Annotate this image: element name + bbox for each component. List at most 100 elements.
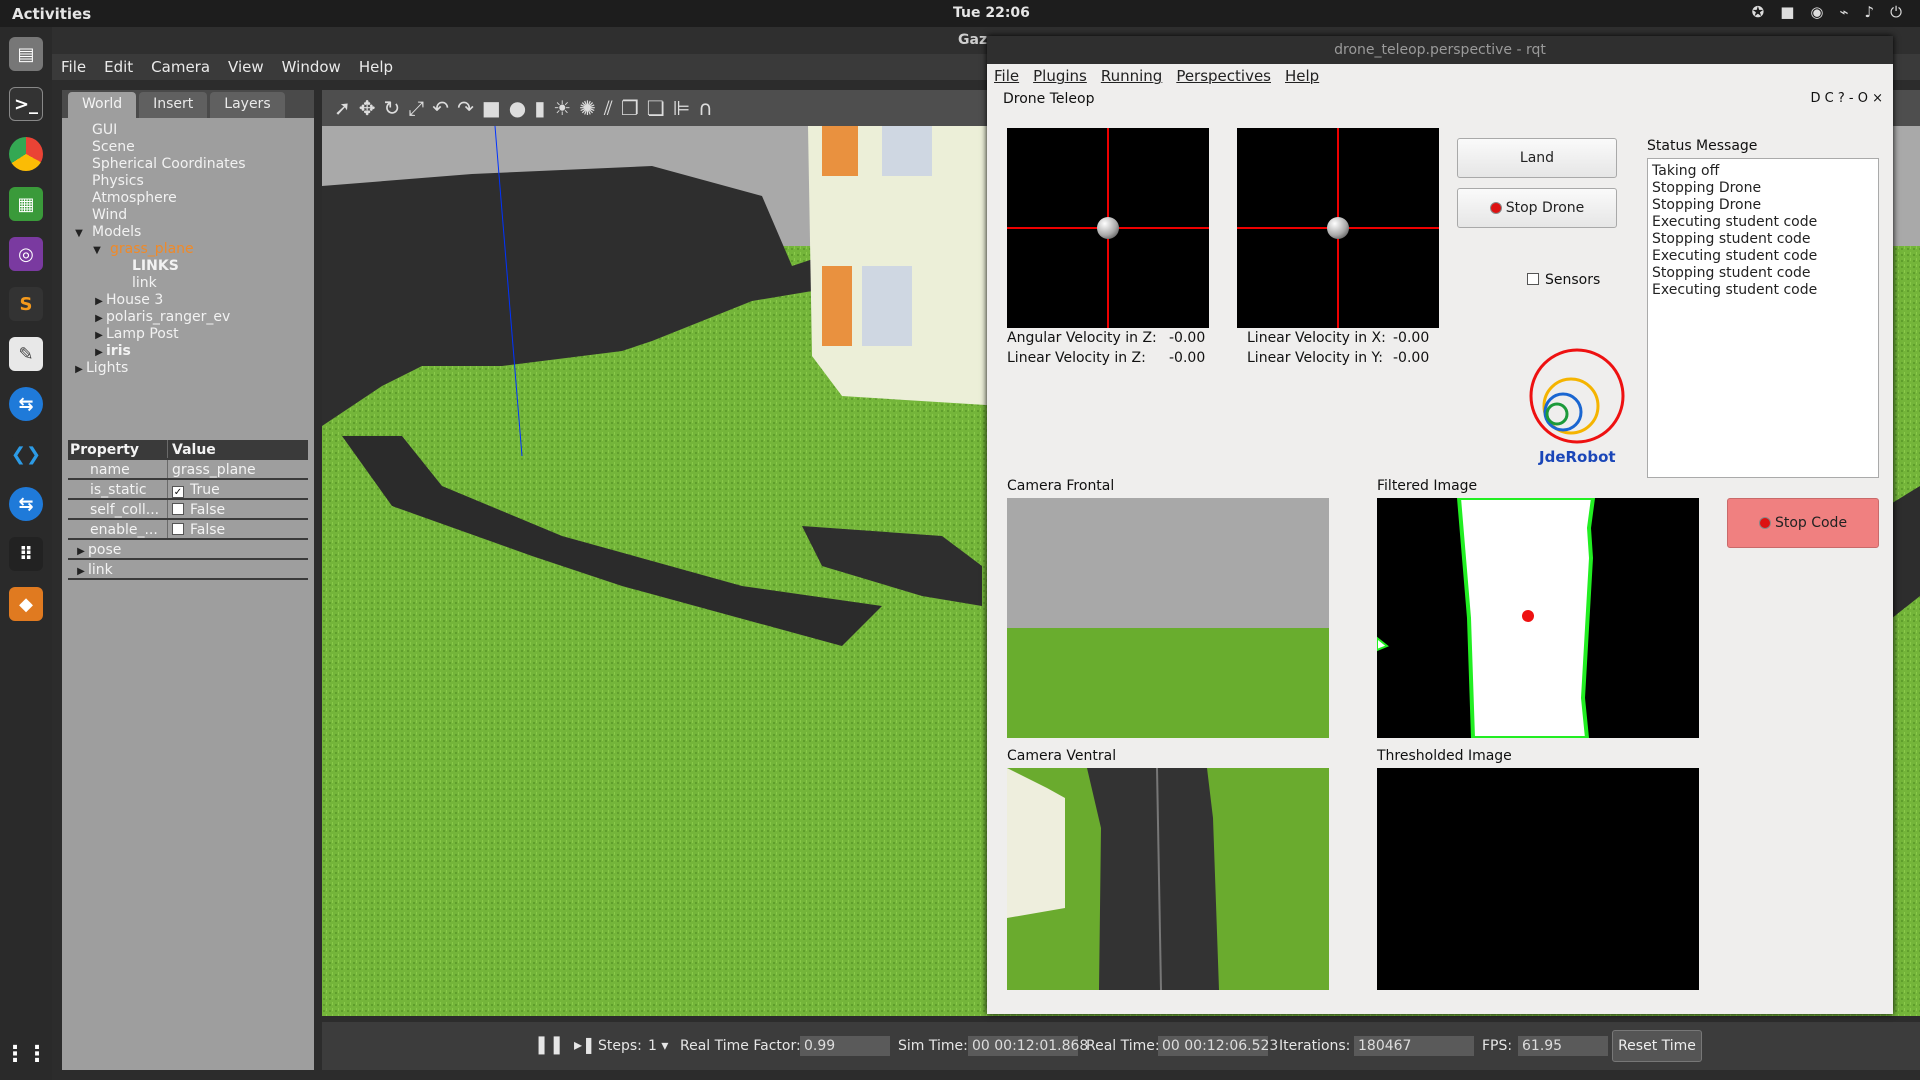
sublime-icon[interactable]: S — [9, 287, 43, 321]
gz-menu-file[interactable]: File — [52, 54, 95, 80]
expand-down-icon[interactable]: ▼ — [72, 225, 86, 242]
rqt-menu-running[interactable]: Running — [1094, 64, 1169, 88]
point-light-icon[interactable]: ☀ — [553, 96, 571, 120]
grid-app-icon[interactable]: ⠿ — [9, 537, 43, 571]
sensors-checkbox[interactable]: Sensors — [1527, 272, 1600, 288]
translate-tool-icon[interactable]: ✥ — [359, 96, 376, 120]
pad-handle[interactable] — [1327, 217, 1349, 239]
paste-icon[interactable]: ❏ — [647, 96, 665, 120]
rqt-menu-help[interactable]: Help — [1278, 64, 1326, 88]
spot-light-icon[interactable]: ✺ — [579, 96, 596, 120]
stop-drone-button[interactable]: Stop Drone — [1457, 188, 1617, 228]
teamviewer-icon[interactable]: ◉ — [1810, 3, 1823, 21]
gazebo-icon[interactable]: ◆ — [9, 587, 43, 621]
tree-polaris[interactable]: ▶ polaris_ranger_ev — [62, 309, 314, 326]
tree-atmosphere[interactable]: Atmosphere — [62, 190, 314, 207]
expand-right-icon[interactable]: ▶ — [92, 327, 106, 344]
gz-menu-edit[interactable]: Edit — [95, 54, 142, 80]
clock[interactable]: Tue 22:06 — [953, 5, 1030, 21]
align-icon[interactable]: ⊫ — [673, 96, 690, 120]
checkbox-checked-icon[interactable]: ✓ — [172, 486, 184, 498]
expand-right-icon[interactable]: ▶ — [74, 542, 88, 558]
expand-right-icon[interactable]: ▶ — [92, 293, 106, 310]
gz-menu-window[interactable]: Window — [273, 54, 350, 80]
terminal-icon[interactable]: >_ — [9, 87, 43, 121]
redo-icon[interactable]: ↷ — [457, 96, 474, 120]
tree-gui[interactable]: GUI — [62, 122, 314, 139]
tree-scene[interactable]: Scene — [62, 139, 314, 156]
pad-handle[interactable] — [1097, 217, 1119, 239]
linear-teleop-pad[interactable] — [1237, 128, 1439, 328]
steps-spinner[interactable]: 1 ▾ — [648, 1038, 668, 1054]
land-button[interactable]: Land — [1457, 138, 1617, 178]
prop-row-name[interactable]: name grass_plane — [68, 460, 308, 480]
sphere-shape-icon[interactable]: ● — [509, 96, 526, 120]
prop-expander[interactable]: ▶ pose — [68, 540, 168, 558]
reset-time-button[interactable]: Reset Time — [1612, 1030, 1702, 1062]
tree-iris[interactable]: ▶ iris — [62, 343, 314, 360]
volume-icon[interactable]: ♪ — [1865, 3, 1875, 21]
chrome-icon[interactable] — [9, 137, 43, 171]
tab-world[interactable]: World — [68, 92, 137, 118]
prop-row-pose[interactable]: ▶ pose — [68, 540, 308, 560]
activities-button[interactable]: Activities — [12, 5, 91, 23]
step-icon[interactable]: ▸❚ — [574, 1035, 595, 1054]
snap-icon[interactable]: ∩ — [698, 96, 713, 120]
undo-icon[interactable]: ↶ — [432, 96, 449, 120]
files-icon[interactable]: ▤ — [9, 37, 43, 71]
prop-row-link[interactable]: ▶ link — [68, 560, 308, 580]
prop-row-self-collide[interactable]: self_coll... False — [68, 500, 308, 520]
directional-light-icon[interactable]: ⫽ — [604, 96, 613, 120]
tree-wind[interactable]: Wind — [62, 207, 314, 224]
network-icon[interactable]: ⌁ — [1840, 3, 1849, 21]
prop-value[interactable]: ✓ True — [168, 480, 308, 498]
tree-grass-plane[interactable]: ▼ grass_plane — [62, 241, 314, 258]
accessibility-icon[interactable]: ✪ — [1752, 3, 1765, 21]
rqt-menu-plugins[interactable]: Plugins — [1026, 64, 1094, 88]
tree-physics[interactable]: Physics — [62, 173, 314, 190]
text-editor-icon[interactable]: ✎ — [9, 337, 43, 371]
screenshot-icon[interactable]: ◎ — [9, 237, 43, 271]
prop-expander[interactable]: ▶ link — [68, 560, 168, 578]
vscode-icon[interactable]: ❮❯ — [9, 437, 43, 471]
expand-right-icon[interactable]: ▶ — [92, 310, 106, 327]
pause-icon[interactable]: ❚❚ — [534, 1034, 564, 1055]
status-message-list[interactable]: Taking off Stopping Drone Stopping Drone… — [1647, 158, 1879, 478]
prop-value[interactable]: False — [168, 520, 308, 538]
expand-right-icon[interactable]: ▶ — [74, 562, 88, 578]
gz-menu-camera[interactable]: Camera — [142, 54, 219, 80]
rqt-titlebar[interactable]: drone_teleop.perspective - rqt — [987, 36, 1893, 64]
system-tray[interactable]: ✪ ■ ◉ ⌁ ♪ ⏻ — [1752, 3, 1902, 21]
stop-code-button[interactable]: Stop Code — [1727, 498, 1879, 548]
cylinder-shape-icon[interactable]: ▮ — [534, 96, 545, 120]
copy-icon[interactable]: ❐ — [621, 96, 639, 120]
tree-models[interactable]: ▼ Models — [62, 224, 314, 241]
teamviewer-dock-icon[interactable]: ⇆ — [9, 387, 43, 421]
scale-tool-icon[interactable]: ⤢ — [408, 96, 424, 120]
gz-menu-help[interactable]: Help — [350, 54, 402, 80]
spreadsheet-icon[interactable]: ▦ — [9, 187, 43, 221]
expand-down-icon[interactable]: ▼ — [90, 242, 104, 259]
expand-right-icon[interactable]: ▶ — [92, 344, 106, 361]
expand-right-icon[interactable]: ▶ — [72, 361, 86, 378]
prop-row-static[interactable]: is_static ✓ True — [68, 480, 308, 500]
box-shape-icon[interactable]: ■ — [482, 96, 501, 120]
prop-row-enable[interactable]: enable_... False — [68, 520, 308, 540]
tree-lamp[interactable]: ▶ Lamp Post — [62, 326, 314, 343]
show-apps-icon[interactable]: ⋮⋮ — [4, 1037, 48, 1071]
select-tool-icon[interactable]: ➚ — [334, 96, 351, 120]
tab-layers[interactable]: Layers — [210, 92, 285, 118]
angular-teleop-pad[interactable] — [1007, 128, 1209, 328]
rqt-menu-perspectives[interactable]: Perspectives — [1169, 64, 1278, 88]
tab-insert[interactable]: Insert — [139, 92, 208, 118]
camera-icon[interactable]: ■ — [1780, 3, 1794, 21]
plugin-window-controls[interactable]: D C ? - O × — [1811, 91, 1883, 106]
power-icon[interactable]: ⏻ — [1890, 3, 1902, 21]
checkbox-icon[interactable] — [172, 523, 184, 535]
tree-link[interactable]: link — [62, 275, 314, 292]
gz-menu-view[interactable]: View — [219, 54, 273, 80]
prop-value[interactable]: grass_plane — [168, 460, 308, 478]
checkbox-icon[interactable] — [172, 503, 184, 515]
checkbox-icon[interactable] — [1527, 273, 1539, 285]
prop-value[interactable]: False — [168, 500, 308, 518]
